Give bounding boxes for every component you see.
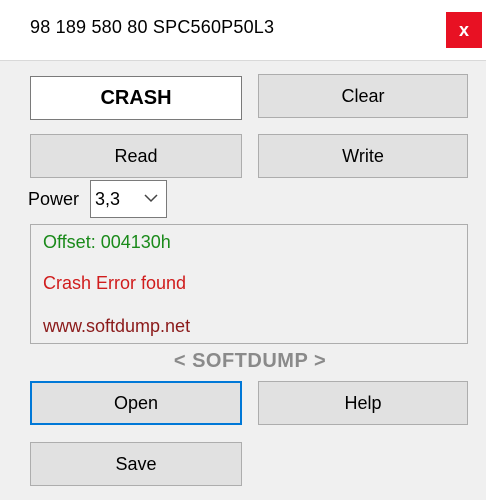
save-button[interactable]: Save [30,442,242,486]
log-line-offset: Offset: 004130h [43,232,171,252]
close-icon: x [458,19,469,40]
write-button[interactable]: Write [258,134,468,178]
title-bar[interactable]: 98 189 580 80 SPC560P50L3 x [0,0,486,60]
power-select[interactable]: 3,3 [90,180,167,218]
open-button-label: Open [113,392,159,413]
write-button-label: Write [342,145,384,166]
log-line-website: www.softdump.net [43,316,191,336]
clear-button-label: Clear [341,85,385,106]
status-text: CRASH [100,86,172,109]
open-button[interactable]: Open [30,381,242,425]
title-divider [0,60,486,61]
log-line-error: Crash Error found [43,273,187,293]
power-select-value: 3,3 [95,189,121,209]
brand-label: < SOFTDUMP > [173,350,327,372]
window-title: 98 189 580 80 SPC560P50L3 [30,17,275,37]
log-panel: Offset: 004130h Crash Error found www.so… [30,224,468,344]
help-button-label: Help [344,392,382,413]
clear-button[interactable]: Clear [258,74,468,118]
status-display: CRASH [30,76,242,120]
read-button-label: Read [114,145,158,166]
close-button[interactable]: x [446,12,482,48]
app-window: 98 189 580 80 SPC560P50L3 x CRASH Clear … [0,0,487,500]
chevron-down-icon [144,194,158,203]
save-button-label: Save [115,453,157,474]
read-button[interactable]: Read [30,134,242,178]
window-edge [486,0,500,500]
power-label: Power [28,189,80,209]
help-button[interactable]: Help [258,381,468,425]
